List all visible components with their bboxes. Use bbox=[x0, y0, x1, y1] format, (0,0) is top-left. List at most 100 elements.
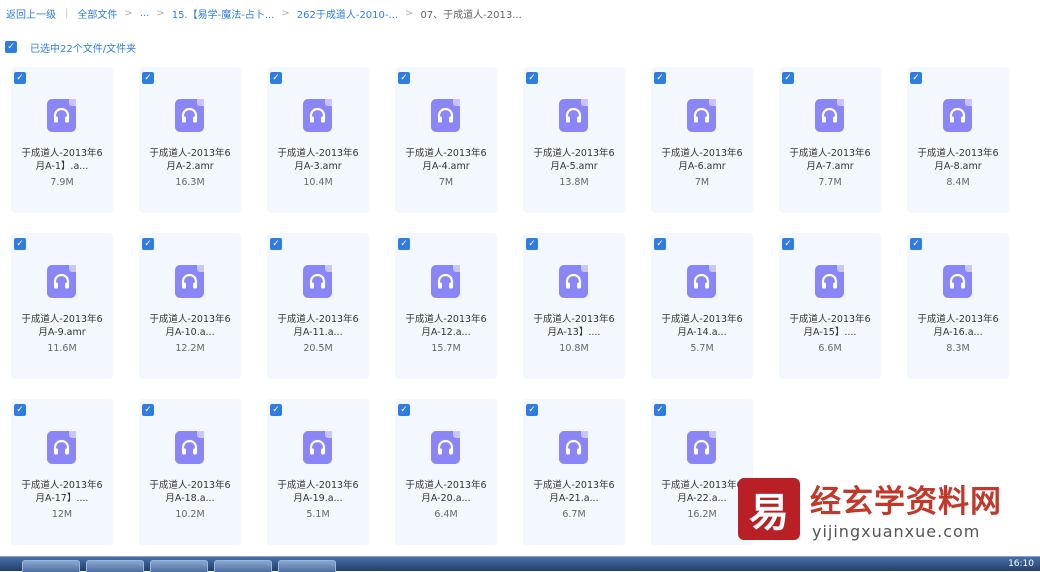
taskbar-button[interactable] bbox=[22, 560, 80, 572]
file-size: 8.4M bbox=[946, 177, 970, 188]
selection-bar: ✓ 已选中22个文件/文件夹 bbox=[5, 40, 136, 55]
taskbar-button[interactable] bbox=[86, 560, 144, 572]
file-card[interactable]: ✓ 于成道人-2013年6 月A-20.a... 6.4M bbox=[395, 399, 497, 545]
file-card[interactable]: ✓ 于成道人-2013年6 月A-11.a... 20.5M bbox=[267, 233, 369, 379]
file-checkbox[interactable]: ✓ bbox=[654, 404, 666, 416]
file-checkbox[interactable]: ✓ bbox=[142, 72, 154, 84]
file-size: 6.4M bbox=[434, 509, 458, 520]
file-card[interactable]: ✓ 于成道人-2013年6 月A-10.a... 12.2M bbox=[139, 233, 241, 379]
chevron-right-icon: > bbox=[124, 7, 133, 19]
back-link[interactable]: 返回上一级 bbox=[6, 6, 56, 21]
file-size: 16.3M bbox=[175, 177, 205, 188]
file-checkbox[interactable]: ✓ bbox=[782, 72, 794, 84]
audio-file-icon bbox=[943, 265, 972, 298]
taskbar: 16:10 bbox=[0, 556, 1040, 572]
file-card[interactable]: ✓ 于成道人-2013年6 月A-18.a... 10.2M bbox=[139, 399, 241, 545]
file-checkbox[interactable]: ✓ bbox=[398, 404, 410, 416]
file-card[interactable]: ✓ 于成道人-2013年6 月A-19.a... 5.1M bbox=[267, 399, 369, 545]
file-size: 5.7M bbox=[690, 343, 714, 354]
file-checkbox[interactable]: ✓ bbox=[910, 72, 922, 84]
audio-file-icon bbox=[47, 265, 76, 298]
file-name: 于成道人-2013年6 月A-9.amr bbox=[21, 314, 103, 338]
headphones-icon bbox=[53, 107, 70, 123]
file-card[interactable]: ✓ 于成道人-2013年6 月A-15】.... 6.6M bbox=[779, 233, 881, 379]
file-card[interactable]: ✓ 于成道人-2013年6 月A-16.a... 8.3M bbox=[907, 233, 1009, 379]
audio-file-icon bbox=[687, 431, 716, 464]
breadcrumb-folder-1[interactable]: 15.【易学-魔法-占卜... bbox=[172, 6, 275, 21]
file-name: 于成道人-2013年6 月A-12.a... bbox=[405, 314, 487, 338]
file-card[interactable]: ✓ 于成道人-2013年6 月A-5.amr 13.8M bbox=[523, 67, 625, 213]
file-card[interactable]: ✓ 于成道人-2013年6 月A-17】.... 12M bbox=[11, 399, 113, 545]
headphones-icon bbox=[821, 273, 838, 289]
taskbar-clock: 16:10 bbox=[1008, 559, 1034, 569]
file-checkbox[interactable]: ✓ bbox=[142, 238, 154, 250]
headphones-icon bbox=[565, 273, 582, 289]
file-card[interactable]: ✓ 于成道人-2013年6 月A-9.amr 11.6M bbox=[11, 233, 113, 379]
file-card[interactable]: ✓ 于成道人-2013年6 月A-14.a... 5.7M bbox=[651, 233, 753, 379]
audio-file-icon bbox=[431, 99, 460, 132]
file-size: 11.6M bbox=[47, 343, 77, 354]
headphones-icon bbox=[53, 439, 70, 455]
audio-file-icon bbox=[559, 265, 588, 298]
file-name: 于成道人-2013年6 月A-17】.... bbox=[21, 480, 103, 504]
file-checkbox[interactable]: ✓ bbox=[14, 72, 26, 84]
select-all-checkbox[interactable]: ✓ bbox=[5, 41, 17, 53]
headphones-icon bbox=[693, 107, 710, 123]
file-card[interactable]: ✓ 于成道人-2013年6 月A-7.amr 7.7M bbox=[779, 67, 881, 213]
audio-file-icon bbox=[815, 265, 844, 298]
file-checkbox[interactable]: ✓ bbox=[398, 238, 410, 250]
file-card[interactable]: ✓ 于成道人-2013年6 月A-3.amr 10.4M bbox=[267, 67, 369, 213]
file-checkbox[interactable]: ✓ bbox=[270, 404, 282, 416]
headphones-icon bbox=[565, 107, 582, 123]
file-checkbox[interactable]: ✓ bbox=[270, 238, 282, 250]
breadcrumb-ellipsis[interactable]: ... bbox=[140, 8, 150, 19]
file-checkbox[interactable]: ✓ bbox=[14, 238, 26, 250]
file-checkbox[interactable]: ✓ bbox=[398, 72, 410, 84]
file-checkbox[interactable]: ✓ bbox=[910, 238, 922, 250]
file-card[interactable]: ✓ 于成道人-2013年6 月A-4.amr 7M bbox=[395, 67, 497, 213]
file-name: 于成道人-2013年6 月A-22.a... bbox=[661, 480, 743, 504]
all-files-link[interactable]: 全部文件 bbox=[77, 6, 117, 21]
file-checkbox[interactable]: ✓ bbox=[654, 238, 666, 250]
audio-file-icon bbox=[559, 431, 588, 464]
file-card[interactable]: ✓ 于成道人-2013年6 月A-13】.... 10.8M bbox=[523, 233, 625, 379]
file-name: 于成道人-2013年6 月A-20.a... bbox=[405, 480, 487, 504]
file-card[interactable]: ✓ 于成道人-2013年6 月A-12.a... 15.7M bbox=[395, 233, 497, 379]
file-size: 12M bbox=[51, 509, 73, 520]
chevron-right-icon: > bbox=[156, 7, 165, 19]
file-checkbox[interactable]: ✓ bbox=[14, 404, 26, 416]
file-checkbox[interactable]: ✓ bbox=[782, 238, 794, 250]
file-checkbox[interactable]: ✓ bbox=[526, 238, 538, 250]
file-checkbox[interactable]: ✓ bbox=[654, 72, 666, 84]
audio-file-icon bbox=[687, 265, 716, 298]
file-size: 6.7M bbox=[562, 509, 586, 520]
file-card[interactable]: ✓ 于成道人-2013年6 月A-2.amr 16.3M bbox=[139, 67, 241, 213]
file-name: 于成道人-2013年6 月A-3.amr bbox=[277, 148, 359, 172]
file-size: 12.2M bbox=[175, 343, 205, 354]
file-checkbox[interactable]: ✓ bbox=[526, 72, 538, 84]
file-name: 于成道人-2013年6 月A-15】.... bbox=[789, 314, 871, 338]
file-card[interactable]: ✓ 于成道人-2013年6 月A-1】.a... 7.9M bbox=[11, 67, 113, 213]
breadcrumb-current: 07、于成道人-2013... bbox=[420, 9, 522, 21]
file-card[interactable]: ✓ 于成道人-2013年6 月A-21.a... 6.7M bbox=[523, 399, 625, 545]
file-checkbox[interactable]: ✓ bbox=[142, 404, 154, 416]
file-card[interactable]: ✓ 于成道人-2013年6 月A-6.amr 7M bbox=[651, 67, 753, 213]
taskbar-button[interactable] bbox=[214, 560, 272, 572]
file-size: 15.7M bbox=[431, 343, 461, 354]
file-size: 6.6M bbox=[818, 343, 842, 354]
file-size: 10.2M bbox=[175, 509, 205, 520]
taskbar-button[interactable] bbox=[150, 560, 208, 572]
headphones-icon bbox=[565, 439, 582, 455]
file-checkbox[interactable]: ✓ bbox=[270, 72, 282, 84]
file-card[interactable]: ✓ 于成道人-2013年6 月A-8.amr 8.4M bbox=[907, 67, 1009, 213]
file-name: 于成道人-2013年6 月A-6.amr bbox=[661, 148, 743, 172]
file-size: 13.8M bbox=[559, 177, 589, 188]
watermark: 易 经玄学资料网 yijingxuanxue.com bbox=[738, 478, 1028, 544]
file-size: 5.1M bbox=[306, 509, 330, 520]
breadcrumb-folder-2[interactable]: 262于成道人-2010-... bbox=[297, 6, 398, 21]
audio-file-icon bbox=[815, 99, 844, 132]
audio-file-icon bbox=[431, 265, 460, 298]
file-name: 于成道人-2013年6 月A-5.amr bbox=[533, 148, 615, 172]
taskbar-button[interactable] bbox=[278, 560, 336, 572]
file-checkbox[interactable]: ✓ bbox=[526, 404, 538, 416]
